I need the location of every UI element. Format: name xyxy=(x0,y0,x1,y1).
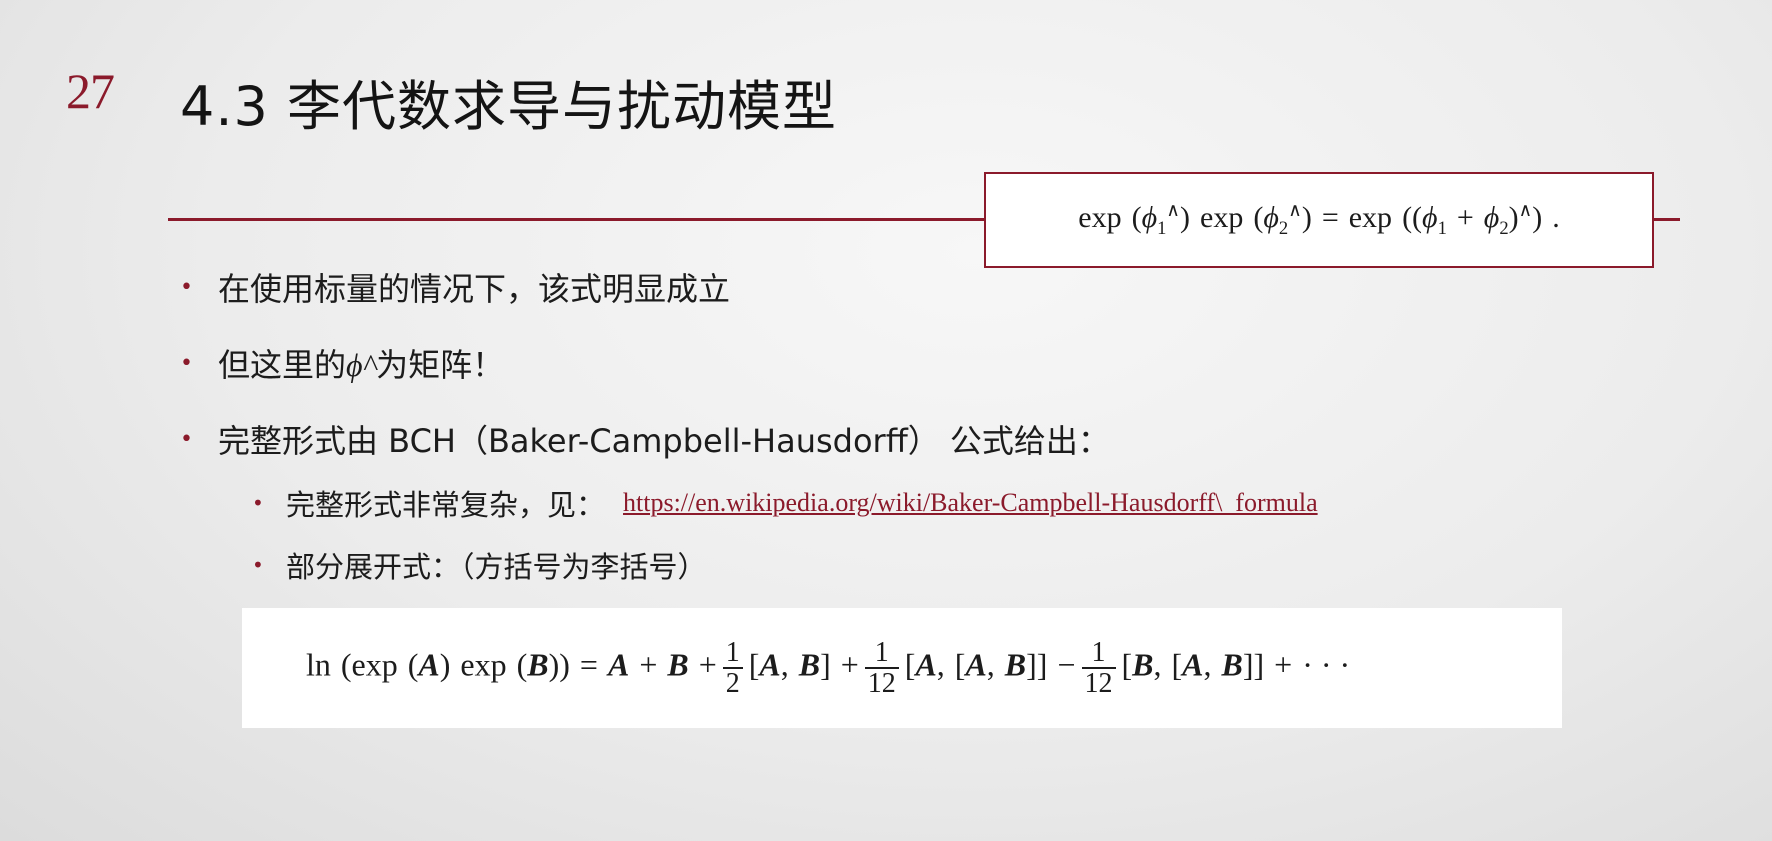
bch-formula-box: ln (exp (A) exp (B)) = A + B +1 2 [A, B] +1 12 [A, [A, B]… xyxy=(242,608,1562,728)
slide-number: 27 xyxy=(66,63,115,119)
bullet-item: • 在使用标量的情况下，该式明显成立 xyxy=(180,264,730,310)
bullet-prefix: 但这里的 xyxy=(218,346,347,384)
bullet-text: 但这里的ϕ^为矩阵！ xyxy=(218,340,504,386)
slide-title: 4.3 李代数求导与扰动模型 xyxy=(180,75,838,138)
fraction-one-half: 12 xyxy=(722,637,743,699)
bullet-suffix: 为矩阵！ xyxy=(376,346,505,384)
bullet-marker: • xyxy=(252,491,264,515)
sub-bullet-text: 完整形式非常复杂，见： xyxy=(286,488,606,522)
sub-bullet-text: 部分展开式：（方括号为李括号） xyxy=(286,550,707,584)
sub-bullet-item: • 部分展开式：（方括号为李括号） xyxy=(252,544,707,586)
sub-bullet-item: • 完整形式非常复杂，见： https://en.wikipedia.org/w… xyxy=(252,482,1318,524)
bullet-marker: • xyxy=(180,426,193,452)
bullet-marker: • xyxy=(180,274,193,300)
formula-box: exp (ϕ1∧) exp (ϕ2∧) = exp ((ϕ1 + ϕ2)∧). xyxy=(984,172,1654,268)
bullet-marker: • xyxy=(180,350,193,376)
fraction-one-twelfth: 1 12 xyxy=(1081,637,1116,699)
phi-symbol: ϕ^ xyxy=(346,347,377,383)
fraction-one-twelfth: 1 12 xyxy=(864,637,899,699)
bch-equation: ln (exp (A) exp (B)) = A + B +1 2 [A, B] +1 12 [A, [A, B]… xyxy=(306,636,1351,699)
formula-equation: exp (ϕ1∧) exp (ϕ2∧) = exp ((ϕ1 + ϕ2)∧). xyxy=(1078,200,1560,239)
bullet-item: • 但这里的ϕ^为矩阵！ xyxy=(180,340,504,386)
bullet-item: • 完整形式由 BCH（Baker-Campbell-Hausdorff） 公式… xyxy=(180,416,1110,462)
bullet-text: 完整形式由 BCH（Baker-Campbell-Hausdorff） 公式给出… xyxy=(218,422,1110,460)
bullet-text: 在使用标量的情况下，该式明显成立 xyxy=(218,270,731,308)
wikipedia-link[interactable]: https://en.wikipedia.org/wiki/Baker-Camp… xyxy=(623,488,1318,518)
bullet-marker: • xyxy=(252,553,264,577)
